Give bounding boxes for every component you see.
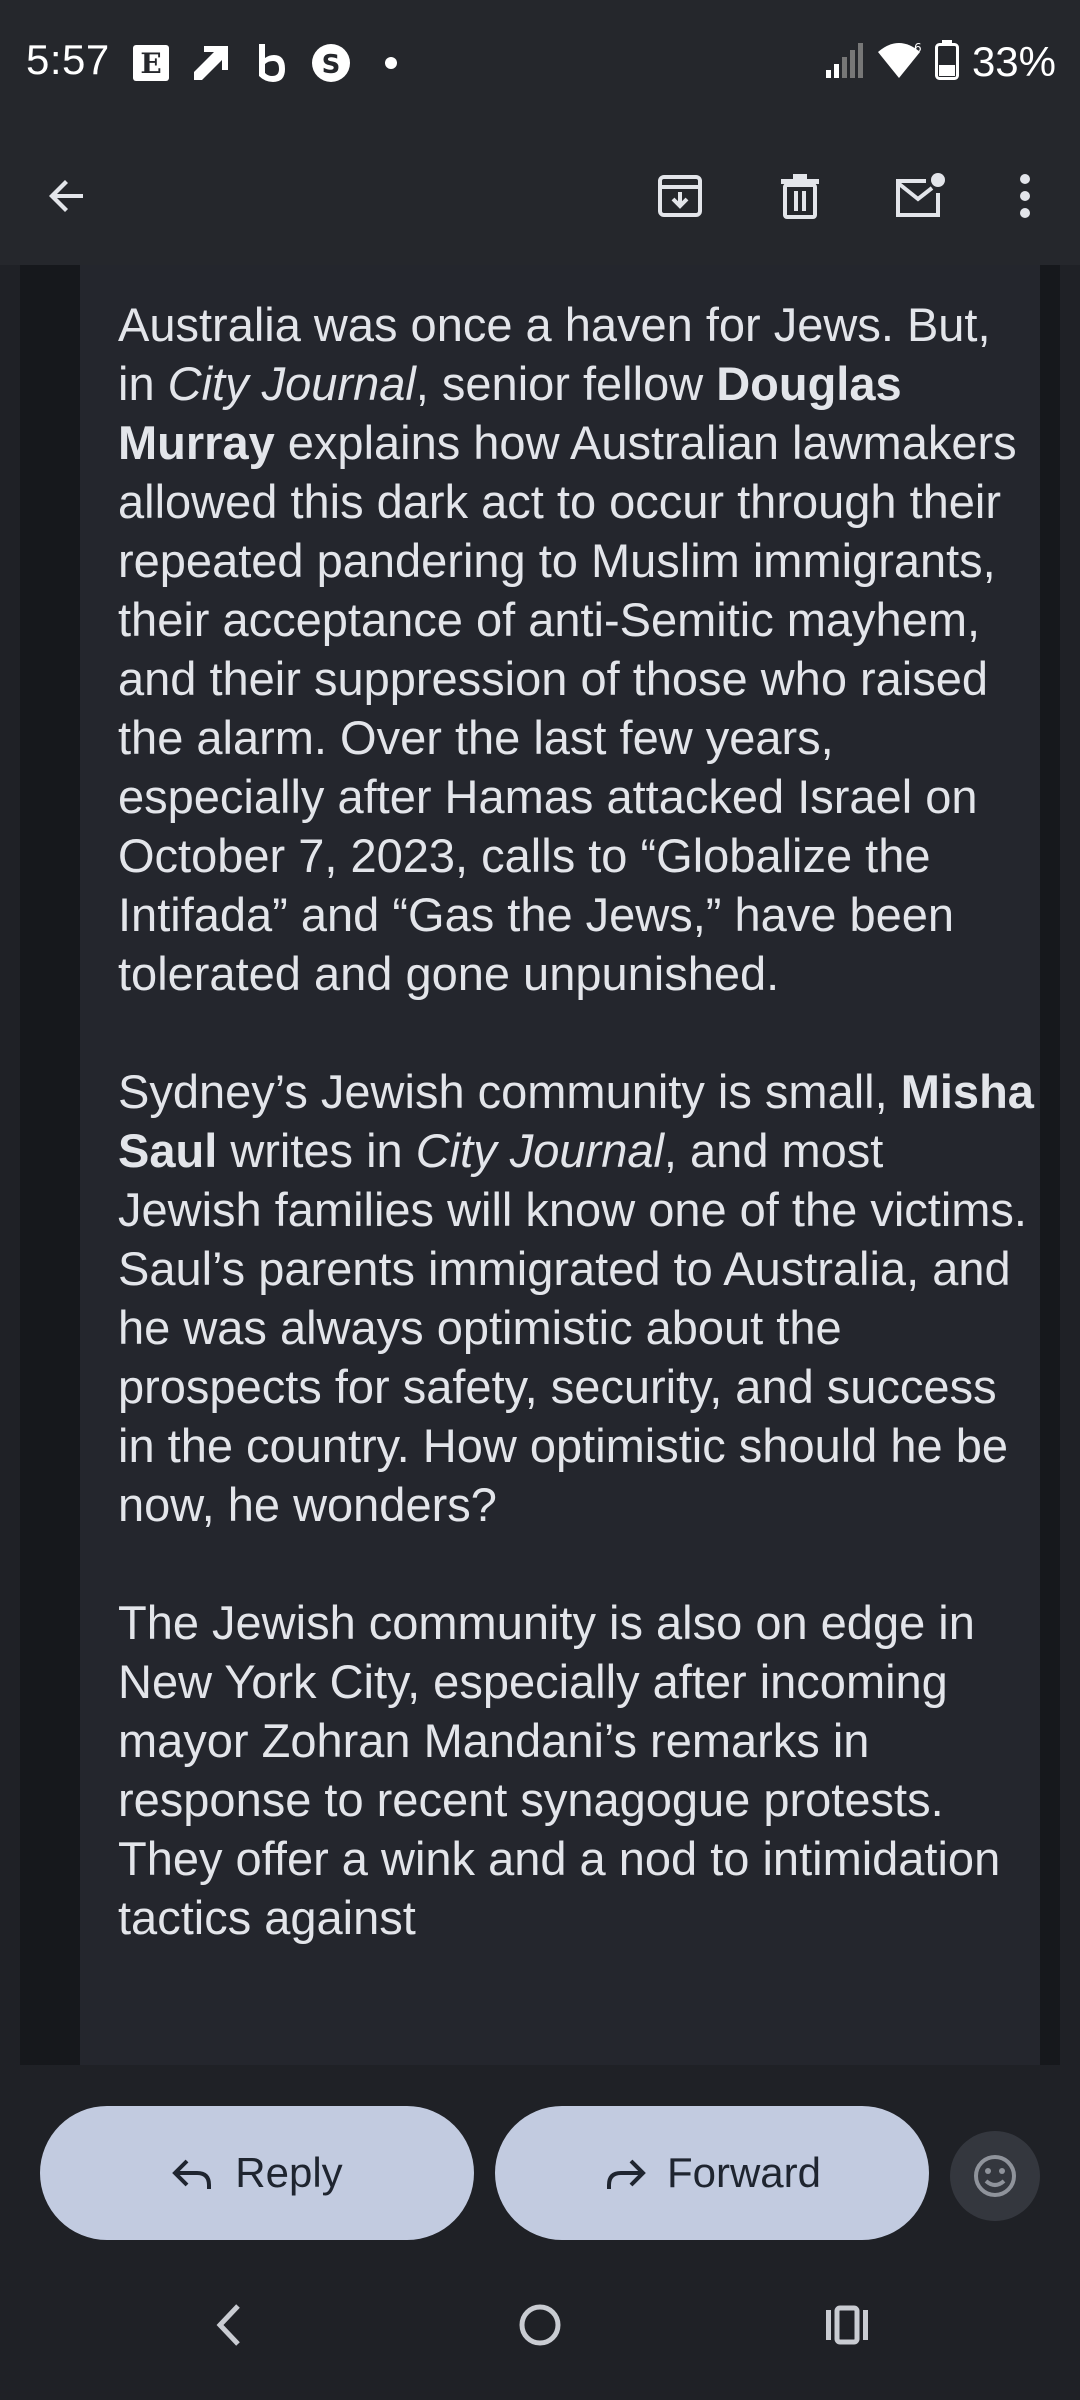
nav-back-button[interactable] xyxy=(195,2290,265,2360)
back-arrow-icon xyxy=(49,180,83,212)
nav-home-icon xyxy=(519,2304,561,2346)
newsletter-card: Australia was once a haven for Jews. But… xyxy=(80,265,1040,2065)
svg-text:E: E xyxy=(140,47,161,80)
publication-link[interactable]: City Journal xyxy=(168,357,416,410)
svg-text:6: 6 xyxy=(914,41,922,55)
back-button[interactable] xyxy=(32,161,102,231)
svg-text:S: S xyxy=(322,50,341,80)
reply-button[interactable]: Reply xyxy=(40,2106,474,2240)
forward-icon xyxy=(606,2159,646,2189)
status-indicators: 6 33% xyxy=(824,34,1056,90)
forward-button[interactable]: Forward xyxy=(495,2106,929,2240)
text-span: , senior fellow xyxy=(415,357,717,410)
paragraph-3: The Jewish community is also on edge in … xyxy=(118,1593,1038,1947)
notification-icons: E S xyxy=(128,40,414,86)
top-app-bar xyxy=(0,125,1080,265)
dot-icon xyxy=(368,40,414,86)
delete-button[interactable] xyxy=(765,161,835,231)
nav-recents-button[interactable] xyxy=(812,2290,882,2360)
system-nav-bar xyxy=(0,2250,1080,2400)
forward-label: Forward xyxy=(666,2149,822,2196)
more-vert-icon xyxy=(1020,174,1030,218)
publication-link[interactable]: City Journal xyxy=(416,1124,664,1177)
battery-percent: 33% xyxy=(971,38,1056,85)
email-frame: Australia was once a haven for Jews. But… xyxy=(20,265,1060,2065)
more-options-button[interactable] xyxy=(990,161,1060,231)
battery-icon xyxy=(934,39,960,86)
emoji-reaction-button[interactable] xyxy=(950,2131,1040,2221)
paragraph-1: Australia was once a haven for Jews. But… xyxy=(118,295,1038,1003)
cell-signal-icon xyxy=(824,40,864,85)
mark-unread-button[interactable] xyxy=(885,161,955,231)
nav-recents-icon xyxy=(826,2305,868,2345)
trending-icon xyxy=(188,40,234,86)
reply-label: Reply xyxy=(235,2149,343,2196)
status-time: 5:57 xyxy=(26,36,110,83)
nav-home-button[interactable] xyxy=(505,2290,575,2360)
text-span: The Jewish community is also on edge in … xyxy=(118,1596,1001,1944)
b-app-icon xyxy=(248,40,294,86)
reply-action-bar: Reply Forward xyxy=(0,2065,1080,2250)
e-app-icon: E xyxy=(128,40,174,86)
mark-unread-icon xyxy=(896,173,945,217)
newsletter-article: Australia was once a haven for Jews. But… xyxy=(118,295,1038,2006)
text-span: Sydney’s Jewish community is small, xyxy=(118,1065,901,1118)
reply-icon xyxy=(172,2159,212,2189)
emoji-icon xyxy=(974,2155,1016,2197)
text-span: , and most Jewish families will know one… xyxy=(118,1124,1027,1531)
archive-button[interactable] xyxy=(645,161,715,231)
archive-icon xyxy=(658,175,702,217)
text-span: explains how Australian lawmakers allowe… xyxy=(118,416,1017,1000)
nav-back-icon xyxy=(216,2304,240,2346)
email-screen: 5:57 E S 6 33% Australia was once a have… xyxy=(0,0,1080,2400)
delete-icon xyxy=(781,174,819,219)
paragraph-2: Sydney’s Jewish community is small, Mish… xyxy=(118,1062,1038,1534)
email-body-scroll[interactable]: Australia was once a haven for Jews. But… xyxy=(0,265,1080,2065)
status-bar: 5:57 E S 6 33% xyxy=(0,0,1080,125)
s-app-icon: S xyxy=(308,40,354,86)
text-span: writes in xyxy=(217,1124,416,1177)
wifi-icon: 6 xyxy=(876,40,922,85)
